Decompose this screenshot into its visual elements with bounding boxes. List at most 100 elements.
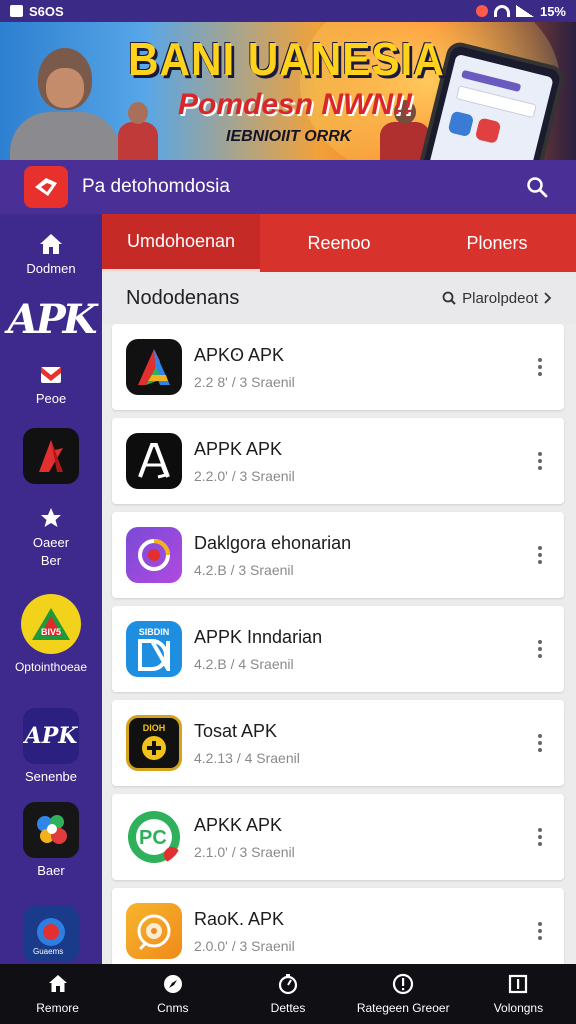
more-options-icon[interactable]: [530, 352, 550, 382]
tab-ploners[interactable]: Ploners: [418, 214, 576, 272]
more-options-icon[interactable]: [530, 728, 550, 758]
list-item[interactable]: DIOH Tosat APK 4.2.13 / 4 Sraenil: [112, 700, 564, 786]
svg-text:Guaems: Guaems: [33, 947, 63, 956]
app-name: Tosat APK: [194, 720, 278, 741]
banner-person-image: [10, 42, 120, 160]
list-header: Nododenans Plarolpdeot: [102, 272, 576, 324]
compass-icon: [163, 975, 182, 993]
sidebar-item-options[interactable]: BIV5 Optointhoeae: [0, 594, 102, 676]
banner-tagline: IEBNIOIIT ORRK: [226, 128, 352, 145]
nav-rategeen[interactable]: Rategeen Greoer: [346, 964, 461, 1024]
more-options-icon[interactable]: [530, 822, 550, 852]
search-icon: [442, 291, 456, 305]
nav-label: Cnms: [157, 1001, 189, 1015]
list-item[interactable]: SIBDIN APPK Inndarian 4.2.B / 4 Sraenil: [112, 606, 564, 692]
sidebar-item-label: Baer: [37, 863, 65, 878]
sidebar-item-apk[interactable]: APK: [0, 296, 102, 343]
flag-icon: [41, 367, 61, 383]
sort-label: Plarolpdeot: [462, 289, 538, 307]
arrow-app-icon: [23, 428, 79, 484]
app-logo-icon[interactable]: [24, 166, 68, 208]
sidebar-item-music[interactable]: Guaems: [0, 906, 102, 962]
bottom-navigation: Remore Cnms Dettes Rategeen Greoer Volon…: [0, 964, 576, 1024]
signal-icon: [515, 5, 534, 17]
nav-label: Volongns: [493, 1001, 544, 1015]
app-name: Daklgora ehonarian: [194, 532, 352, 553]
alert-icon: [475, 5, 488, 17]
tab-reenoo[interactable]: Reenoo: [260, 214, 418, 272]
sidebar-item-app[interactable]: [0, 428, 102, 484]
sort-button[interactable]: Plarolpdeot: [442, 290, 552, 307]
chevron-right-icon: [544, 292, 552, 304]
home-icon: [40, 234, 62, 254]
sidebar-item-label: Senenbe: [24, 769, 78, 784]
apk-badge-icon: APK: [23, 708, 79, 764]
battery-level: 15%: [539, 3, 566, 19]
app-meta: 4.2.B / 4 Sraenil: [194, 655, 294, 672]
app-header: Pa detohomdosia: [0, 160, 576, 214]
notification-icon: [10, 5, 23, 17]
search-icon[interactable]: [522, 172, 552, 202]
sidebar-item-label: Optointhoeae: [14, 660, 88, 674]
app-meta: 4.2.13 / 4 Sraenil: [194, 749, 300, 766]
list-item[interactable]: APKʘ APK 2.2 8' / 3 Sraenil: [112, 324, 564, 410]
more-options-icon[interactable]: [530, 634, 550, 664]
info-circle-icon: [393, 973, 414, 995]
app-name: Pa detohomdosia: [82, 176, 230, 197]
banner-subtitle: Pomdesn NWN!!: [178, 88, 413, 121]
sidebar-item-label: Oaeer Ber: [32, 535, 70, 568]
nav-remore[interactable]: Remore: [0, 964, 115, 1024]
svg-text:PC: PC: [139, 827, 167, 849]
app-meta: 2.1.0' / 3 Sraenil: [194, 843, 295, 860]
tab-umdohoenan[interactable]: Umdohoenan: [102, 214, 260, 272]
nav-cnms[interactable]: Cnms: [115, 964, 230, 1024]
circle-logo-icon: [126, 527, 182, 583]
category-tabs: Umdohoenan Reenoo Ploners: [102, 214, 576, 272]
app-name: APPK APK: [194, 438, 283, 459]
orange-disc-icon: [126, 903, 182, 959]
gold-badge-icon: DIOH: [126, 715, 182, 771]
app-meta: 2.2 8' / 3 Sraenil: [194, 373, 295, 390]
sidebar-item-baer[interactable]: Baer: [0, 802, 102, 880]
sidebar: Dodmen APK Peoe Oaeer Ber BIV5 Optointho…: [0, 214, 102, 964]
svg-text:BIV5: BIV5: [41, 627, 61, 637]
outline-a-icon: [126, 433, 182, 489]
more-options-icon[interactable]: [530, 916, 550, 946]
list-item[interactable]: APPK APK 2.2.0' / 3 Sraenil: [112, 418, 564, 504]
app-name: APKK APK: [194, 814, 283, 835]
nav-label: Dettes: [270, 1001, 306, 1015]
music-app-icon: Guaems: [23, 906, 79, 962]
sidebar-item-label: Peoe: [35, 391, 67, 406]
home-icon: [48, 975, 67, 992]
triangle-logo-icon: BIV5: [21, 594, 81, 654]
more-options-icon[interactable]: [530, 540, 550, 570]
green-pc-icon: PC: [126, 809, 182, 865]
sidebar-item-peoe[interactable]: Peoe: [0, 364, 102, 408]
sidebar-item-label: Dodmen: [26, 261, 76, 276]
nav-label: Remore: [36, 1001, 79, 1015]
app-name: RaoK. APK: [194, 908, 285, 929]
blue-d-icon: SIBDIN: [126, 621, 182, 677]
status-left-text: S6OS: [29, 3, 64, 19]
sidebar-item-home[interactable]: Dodmen: [0, 232, 102, 278]
app-meta: 2.2.0' / 3 Sraenil: [194, 467, 295, 484]
more-options-icon[interactable]: [530, 446, 550, 476]
promo-banner[interactable]: BANI UANESIA Pomdesn NWN!! IEBNIOIIT ORR…: [0, 22, 576, 160]
flower-app-icon: [23, 802, 79, 858]
nav-dettes[interactable]: Dettes: [230, 964, 345, 1024]
apk-logo-icon: APK: [7, 296, 98, 343]
list-item[interactable]: RaoK. APK 2.0.0' / 3 Sraenil: [112, 888, 564, 974]
section-title: Nododenans: [126, 286, 240, 309]
banner-title: BANI UANESIA: [128, 33, 445, 85]
sidebar-item-senenbe[interactable]: APK Senenbe: [0, 708, 102, 786]
list-item[interactable]: Daklgora ehonarian 4.2.B / 3 Sraenil: [112, 512, 564, 598]
sidebar-item-oaeer[interactable]: Oaeer Ber: [0, 506, 102, 570]
app-meta: 2.0.0' / 3 Sraenil: [194, 937, 295, 954]
colorful-a-icon: [126, 339, 182, 395]
star-icon: [41, 508, 61, 527]
app-screen: S6OS 15% BANI UANESIA Pomdesn NWN!! IEBN…: [0, 0, 576, 1024]
nav-volongns[interactable]: Volongns: [461, 964, 576, 1024]
list-item[interactable]: PC APKK APK 2.1.0' / 3 Sraenil: [112, 794, 564, 880]
clock-icon: [278, 974, 298, 995]
banner-person-image: [118, 102, 158, 160]
